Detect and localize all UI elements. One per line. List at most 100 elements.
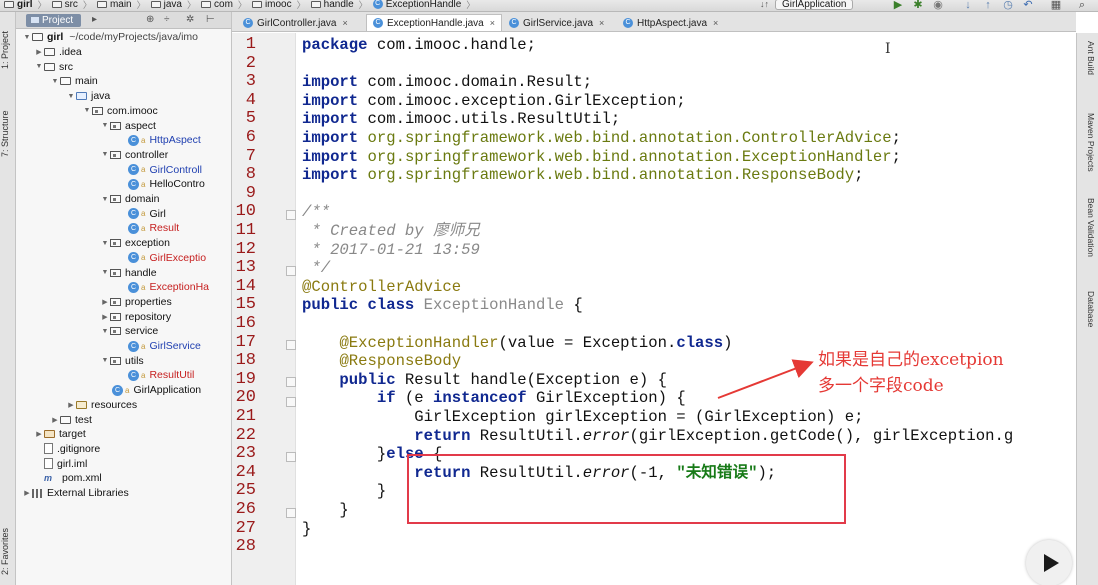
tree-item-girlservice[interactable]: Ca GirlService — [128, 339, 201, 354]
chevron-down-icon[interactable]: ▼ — [100, 328, 110, 335]
fold-marker-icon[interactable] — [286, 397, 296, 407]
hide-icon[interactable]: ⊢ — [206, 14, 215, 25]
fold-marker-icon[interactable] — [286, 508, 296, 518]
tree-item-exception[interactable]: ▼ exception — [100, 236, 170, 251]
chevron-down-icon[interactable]: ▼ — [22, 34, 32, 41]
chevron-down-icon[interactable]: ▼ — [100, 151, 110, 158]
tree-item-utils[interactable]: ▼ utils — [100, 353, 144, 368]
fold-marker-icon[interactable] — [286, 210, 296, 220]
breadcrumb-item-src[interactable]: src — [51, 0, 78, 10]
breadcrumb-item-handle[interactable]: handle — [310, 0, 354, 10]
tree-item-properties[interactable]: ▶ properties — [100, 295, 171, 310]
chevron-down-icon[interactable]: ▼ — [82, 107, 92, 114]
tree-item-java[interactable]: ▼ java — [66, 89, 111, 104]
gear-icon[interactable]: ✲ — [186, 14, 194, 25]
tree-item-girlexception[interactable]: Ca GirlExceptio — [128, 251, 206, 266]
play-button[interactable] — [1026, 540, 1072, 585]
vcs-update-icon[interactable]: ↓ — [962, 0, 974, 11]
chevron-right-icon[interactable]: ▶ — [100, 313, 110, 321]
vcs-history-icon[interactable]: ◷ — [1002, 0, 1014, 11]
tree-item-external-libraries[interactable]: ▶ External Libraries — [22, 486, 128, 501]
tab-girlcontroller[interactable]: C GirlController.java × — [236, 14, 355, 31]
tab-girlservice[interactable]: C GirlService.java × — [502, 14, 611, 31]
tree-item-girl[interactable]: ▼ girl ~/code/myProjects/java/imo — [22, 30, 199, 45]
run-config-select[interactable]: GirlApplication — [775, 0, 854, 10]
chevron-down-icon[interactable]: ▼ — [100, 240, 110, 247]
tree-item-com-imooc[interactable]: ▼ com.imooc — [82, 104, 158, 119]
close-icon[interactable]: × — [490, 15, 495, 32]
tree-item-handle[interactable]: ▼ handle — [100, 265, 157, 280]
tree-item-pom-xml[interactable]: m pom.xml — [44, 471, 102, 486]
chevron-down-icon[interactable]: ▼ — [100, 196, 110, 203]
coverage-icon[interactable]: ◉ — [932, 0, 944, 11]
close-icon[interactable]: × — [599, 15, 604, 32]
tree-item-girlcontroller[interactable]: Ca GirlControll — [128, 162, 202, 177]
tool-tab-maven-projects[interactable]: Maven Projects — [1080, 113, 1096, 172]
tab-exceptionhandle[interactable]: C ExceptionHandle.java × — [366, 14, 502, 31]
breadcrumb-item-com[interactable]: com — [201, 0, 233, 10]
tree-item-result[interactable]: Ca Result — [128, 221, 179, 236]
fold-marker-icon[interactable] — [286, 266, 296, 276]
chevron-right-icon[interactable]: ▶ — [66, 401, 76, 409]
tool-tab-bean-validation[interactable]: Bean Validation — [1080, 198, 1096, 257]
tree-item-httpaspect[interactable]: Ca HttpAspect — [128, 133, 201, 148]
structure-icon[interactable]: ▦ — [1050, 0, 1062, 11]
chevron-down-icon[interactable]: ▼ — [50, 78, 60, 85]
tree-item-src[interactable]: ▼ src — [34, 59, 73, 74]
tree-item-exceptionhandle[interactable]: Ca ExceptionHa — [128, 280, 209, 295]
tree-item-girl-iml[interactable]: girl.iml — [44, 456, 87, 471]
tool-tab-structure[interactable]: 7: Structure — [0, 102, 16, 166]
tree-item-target[interactable]: ▶ target — [34, 427, 86, 442]
vcs-commit-icon[interactable]: ↑ — [982, 0, 994, 11]
tree-item-main[interactable]: ▼ main — [50, 74, 98, 89]
chevron-down-icon[interactable]: ▼ — [100, 122, 110, 129]
tree-item-girl-class[interactable]: Ca Girl — [128, 206, 166, 221]
run-icon[interactable]: ▶ — [892, 0, 904, 11]
sort-icon[interactable]: ↓↑ — [760, 0, 769, 9]
chevron-down-icon[interactable]: ▼ — [34, 63, 44, 70]
editor-gutter[interactable]: 1 2 3 4 5 6 7 8 9 10 11 12 13 14 15 16 1… — [232, 33, 296, 585]
tool-tab-ant-build[interactable]: Ant Build — [1080, 41, 1096, 75]
tree-item-gitignore[interactable]: .gitignore — [44, 442, 100, 457]
chevron-down-icon[interactable]: ▼ — [100, 357, 110, 364]
tree-item-girlapplication[interactable]: Ca GirlApplication — [112, 383, 201, 398]
search-icon[interactable]: ⌕ — [1076, 0, 1088, 11]
chevron-right-icon[interactable]: ▶ — [22, 489, 32, 497]
chevron-right-icon[interactable]: ▶ — [50, 416, 60, 424]
breadcrumb-item-girl[interactable]: girl — [4, 0, 33, 10]
tree-item-controller[interactable]: ▼ controller — [100, 148, 169, 163]
breadcrumb-item-imooc[interactable]: imooc — [251, 0, 292, 10]
tree-item-domain[interactable]: ▼ domain — [100, 192, 160, 207]
tree-item-repository[interactable]: ▶ repository — [100, 309, 171, 324]
tree-item-resources[interactable]: ▶ resources — [66, 398, 137, 413]
tree-item-service[interactable]: ▼ service — [100, 324, 159, 339]
tree-item-aspect[interactable]: ▼ aspect — [100, 118, 156, 133]
tree-item-idea[interactable]: ▶ .idea — [34, 45, 81, 60]
project-view-selector[interactable]: Project — [26, 14, 82, 27]
tool-tab-project[interactable]: 1: Project — [0, 20, 16, 80]
breadcrumb-item-main[interactable]: main — [96, 0, 132, 10]
sync-icon[interactable]: ⊕ — [146, 14, 154, 25]
tree-item-test[interactable]: ▶ test — [50, 412, 92, 427]
fold-marker-icon[interactable] — [286, 452, 296, 462]
tree-item-hellocontroller[interactable]: Ca HelloContro — [128, 177, 205, 192]
chevron-right-icon[interactable]: ▶ — [34, 48, 44, 56]
chevron-right-icon[interactable]: ▶ — [100, 298, 110, 306]
close-icon[interactable]: × — [713, 15, 718, 32]
chevron-right-icon[interactable]: ▸ — [92, 14, 97, 25]
tool-tab-database[interactable]: Database — [1080, 291, 1096, 327]
breadcrumb-item-exceptionhandle[interactable]: C ExceptionHandle — [372, 0, 461, 10]
fold-marker-icon[interactable] — [286, 377, 296, 387]
tool-tab-favorites[interactable]: 2: Favorites — [0, 518, 16, 584]
debug-icon[interactable]: ✱ — [912, 0, 924, 11]
breadcrumb-item-java[interactable]: java — [150, 0, 182, 10]
tree-item-resultutil[interactable]: Ca ResultUtil — [128, 368, 194, 383]
chevron-down-icon[interactable]: ▼ — [66, 93, 76, 100]
chevron-down-icon[interactable]: ▼ — [100, 269, 110, 276]
chevron-right-icon[interactable]: ▶ — [34, 430, 44, 438]
close-icon[interactable]: × — [342, 15, 347, 32]
collapse-icon[interactable]: ÷ — [164, 14, 170, 25]
tab-httpaspect[interactable]: C HttpAspect.java × — [616, 14, 725, 31]
revert-icon[interactable]: ↶ — [1022, 0, 1034, 11]
fold-marker-icon[interactable] — [286, 340, 296, 350]
